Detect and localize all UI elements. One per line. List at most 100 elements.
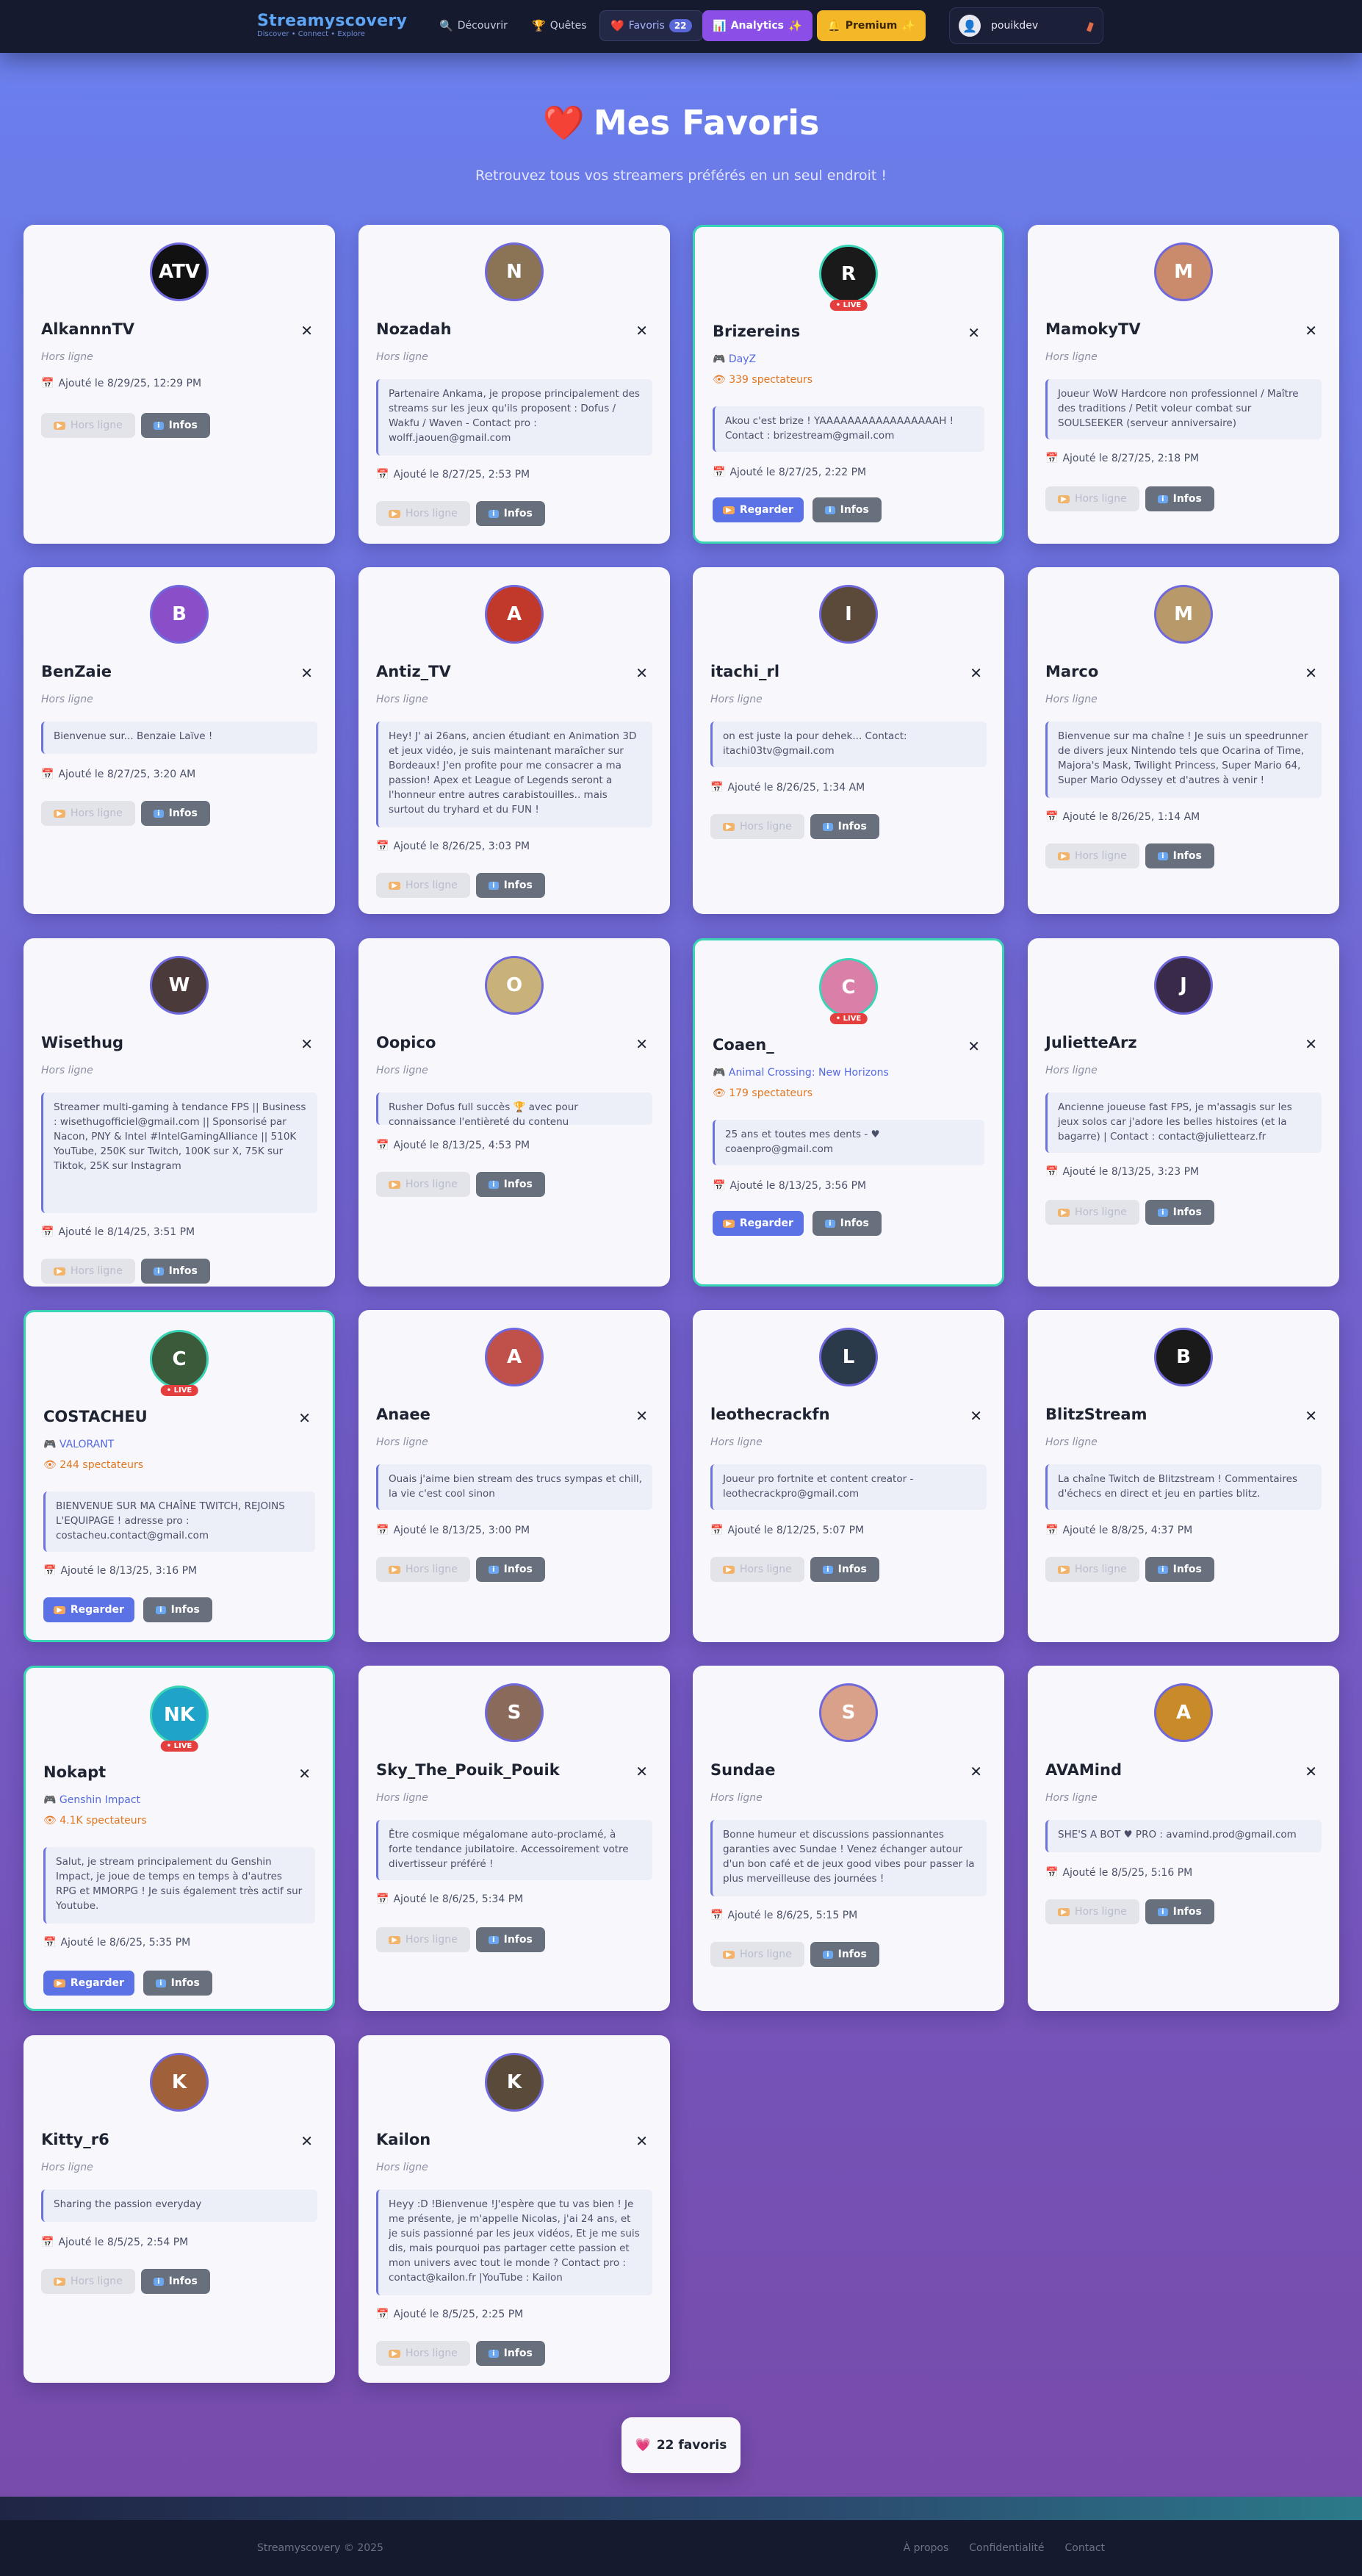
remove-favorite-close-icon[interactable]: ✕: [300, 664, 313, 682]
footer-link-contact[interactable]: Contact: [1065, 2542, 1105, 2554]
streamer-card[interactable]: ATV AlkannnTV ✕ Hors ligne 📅 Ajouté le 8/29/2…: [24, 225, 335, 544]
remove-favorite-close-icon[interactable]: ✕: [300, 1035, 313, 1053]
streamer-card[interactable]: S Sundae ✕ Hors ligne Bonne humeur et discus…: [693, 1666, 1004, 2011]
remove-favorite-close-icon[interactable]: ✕: [635, 664, 648, 682]
watch-button[interactable]: ▶ Regarder: [713, 497, 804, 522]
streamer-card[interactable]: M MamokyTV ✕ Hors ligne Joueur WoW Hardcore …: [1028, 225, 1339, 544]
nav-premium[interactable]: 🔔 Premium ✨: [817, 10, 926, 41]
game-link[interactable]: 🎮 Animal Crossing: New Horizons: [713, 1067, 889, 1079]
remove-favorite-close-icon[interactable]: ✕: [1305, 1407, 1317, 1425]
streamer-card[interactable]: B BlitzStream ✕ Hors ligne La chaîne Twitch …: [1028, 1310, 1339, 1642]
remove-favorite-close-icon[interactable]: ✕: [970, 1763, 982, 1780]
watch-button[interactable]: ▶ Regarder: [713, 1211, 804, 1236]
info-button[interactable]: i Infos: [476, 1557, 545, 1582]
info-button[interactable]: i Infos: [476, 501, 545, 526]
streamer-card[interactable]: A Anaee ✕ Hors ligne Ouais j'aime bien strea…: [358, 1310, 670, 1642]
info-button[interactable]: i Infos: [141, 801, 210, 826]
footer-link-about[interactable]: À propos: [904, 2542, 949, 2554]
remove-favorite-close-icon[interactable]: ✕: [970, 1407, 982, 1425]
streamer-card[interactable]: NK • LIVE Nokapt ✕ 🎮 Genshin Impact 👁 4.1K sp…: [24, 1666, 335, 2011]
info-button[interactable]: i Infos: [141, 413, 210, 438]
game-link[interactable]: 🎮 VALORANT: [43, 1439, 114, 1450]
brand-logo[interactable]: Streamyscovery Discover • Connect • Expl…: [257, 12, 407, 39]
info-icon: i: [489, 1935, 499, 1944]
info-button[interactable]: i Infos: [1145, 1899, 1214, 1924]
remove-favorite-close-icon[interactable]: ✕: [968, 1037, 980, 1055]
streamer-card[interactable]: M Marco ✕ Hors ligne Bienvenue sur ma chaîne…: [1028, 567, 1339, 914]
info-button[interactable]: i Infos: [812, 497, 882, 522]
info-button[interactable]: i Infos: [141, 2269, 210, 2294]
remove-favorite-close-icon[interactable]: ✕: [635, 322, 648, 339]
remove-favorite-close-icon[interactable]: ✕: [298, 1409, 311, 1427]
nav-favorites[interactable]: ❤️ Favoris 22: [599, 10, 703, 41]
user-menu[interactable]: 👤 pouikdev ▮: [949, 7, 1103, 44]
play-icon: ▶: [54, 1979, 65, 1987]
pencil-icon[interactable]: ▮: [1085, 18, 1096, 34]
info-button[interactable]: i Infos: [810, 814, 879, 839]
remove-favorite-close-icon[interactable]: ✕: [635, 1035, 648, 1053]
calendar-icon: 📅: [41, 2237, 54, 2248]
remove-favorite-close-icon[interactable]: ✕: [635, 1407, 648, 1425]
streamer-card[interactable]: C • LIVE COSTACHEU ✕ 🎮 VALORANT 👁 244 spectat…: [24, 1310, 335, 1642]
nav-analytics[interactable]: 📊 Analytics ✨: [702, 10, 812, 41]
game-link[interactable]: 🎮 Genshin Impact: [43, 1794, 140, 1806]
offline-button-label: Hors ligne: [70, 2275, 123, 2287]
info-button[interactable]: i Infos: [1145, 843, 1214, 868]
streamer-card[interactable]: B BenZaie ✕ Hors ligne Bienvenue sur... Benz…: [24, 567, 335, 914]
offline-button-label: Hors ligne: [1074, 1906, 1127, 1918]
game-link[interactable]: 🎮 DayZ: [713, 353, 756, 365]
remove-favorite-close-icon[interactable]: ✕: [1305, 322, 1317, 339]
info-button[interactable]: i Infos: [476, 2341, 545, 2366]
remove-favorite-close-icon[interactable]: ✕: [635, 1763, 648, 1780]
nav-discover[interactable]: 🔍 Découvrir: [429, 10, 518, 41]
streamer-card[interactable]: O Oopico ✕ Hors ligne Rusher Dofus full succ…: [358, 938, 670, 1287]
play-icon: ▶: [723, 1219, 735, 1228]
streamer-card[interactable]: J JulietteArz ✕ Hors ligne Ancienne joueuse …: [1028, 938, 1339, 1287]
calendar-icon: 📅: [376, 841, 389, 852]
remove-favorite-close-icon[interactable]: ✕: [300, 322, 313, 339]
streamer-card[interactable]: S Sky_The_Pouik_Pouik ✕ Hors ligne Être cosm…: [358, 1666, 670, 2011]
streamer-card[interactable]: K Kitty_r6 ✕ Hors ligne Sharing the passion …: [24, 2035, 335, 2383]
info-button[interactable]: i Infos: [1145, 1557, 1214, 1582]
streamer-card[interactable]: A Antiz_TV ✕ Hors ligne Hey! J' ai 26ans, an…: [358, 567, 670, 914]
remove-favorite-close-icon[interactable]: ✕: [1305, 664, 1317, 682]
info-button[interactable]: i Infos: [1145, 486, 1214, 511]
nav-quests[interactable]: 🏆 Quêtes: [522, 10, 597, 41]
info-button[interactable]: i Infos: [476, 1927, 545, 1952]
remove-favorite-close-icon[interactable]: ✕: [970, 664, 982, 682]
streamer-card[interactable]: W Wisethug ✕ Hors ligne Streamer multi-gamin…: [24, 938, 335, 1287]
watch-button[interactable]: ▶ Regarder: [43, 1597, 134, 1622]
added-date-text: Ajouté le 8/14/25, 3:51 PM: [58, 1226, 195, 1238]
info-button[interactable]: i Infos: [141, 1259, 210, 1284]
info-button[interactable]: i Infos: [1145, 1200, 1214, 1225]
info-button[interactable]: i Infos: [812, 1211, 882, 1236]
streamer-avatar-wrap: K: [150, 2053, 209, 2112]
remove-favorite-close-icon[interactable]: ✕: [1305, 1763, 1317, 1780]
streamer-card[interactable]: A AVAMind ✕ Hors ligne SHE'S A BOT ♥ PRO : a…: [1028, 1666, 1339, 2011]
info-button[interactable]: i Infos: [476, 1172, 545, 1197]
remove-favorite-close-icon[interactable]: ✕: [298, 1765, 311, 1782]
streamer-card[interactable]: R • LIVE Brizereins ✕ 🎮 DayZ 👁 339 spectateur…: [693, 225, 1004, 544]
streamer-card[interactable]: C • LIVE Coaen_ ✕ 🎮 Animal Crossing: New Hor…: [693, 938, 1004, 1287]
remove-favorite-close-icon[interactable]: ✕: [635, 2132, 648, 2150]
streamer-avatar-wrap: M: [1154, 585, 1213, 644]
info-button[interactable]: i Infos: [810, 1557, 879, 1582]
streamer-card[interactable]: N Nozadah ✕ Hors ligne Partenaire Ankama, je…: [358, 225, 670, 544]
streamer-card[interactable]: K Kailon ✕ Hors ligne Heyy :D !Bienvenue !J'…: [358, 2035, 670, 2383]
streamer-card[interactable]: Lleothecrackfn ✕ Hors ligne Joueur pro fort…: [693, 1310, 1004, 1642]
info-button[interactable]: i Infos: [143, 1597, 212, 1622]
remove-favorite-close-icon[interactable]: ✕: [1305, 1035, 1317, 1053]
info-icon: i: [489, 1180, 499, 1189]
info-button[interactable]: i Infos: [476, 873, 545, 898]
watch-button[interactable]: ▶ Regarder: [43, 1971, 134, 1996]
streamer-card[interactable]: Iitachi_rl ✕ Hors ligne on est juste la pou…: [693, 567, 1004, 914]
info-button[interactable]: i Infos: [143, 1971, 212, 1996]
remove-favorite-close-icon[interactable]: ✕: [968, 324, 980, 342]
remove-favorite-close-icon[interactable]: ✕: [300, 2132, 313, 2150]
footer-link-privacy[interactable]: Confidentialité: [969, 2542, 1044, 2554]
avatar-initials: B: [1176, 1346, 1191, 1368]
offline-button: ▶ Hors ligne: [41, 413, 135, 438]
streamer-avatar-wrap: J: [1154, 956, 1213, 1015]
favorites-counter: 💗 22 favoris: [621, 2417, 741, 2473]
info-button[interactable]: i Infos: [810, 1942, 879, 1967]
